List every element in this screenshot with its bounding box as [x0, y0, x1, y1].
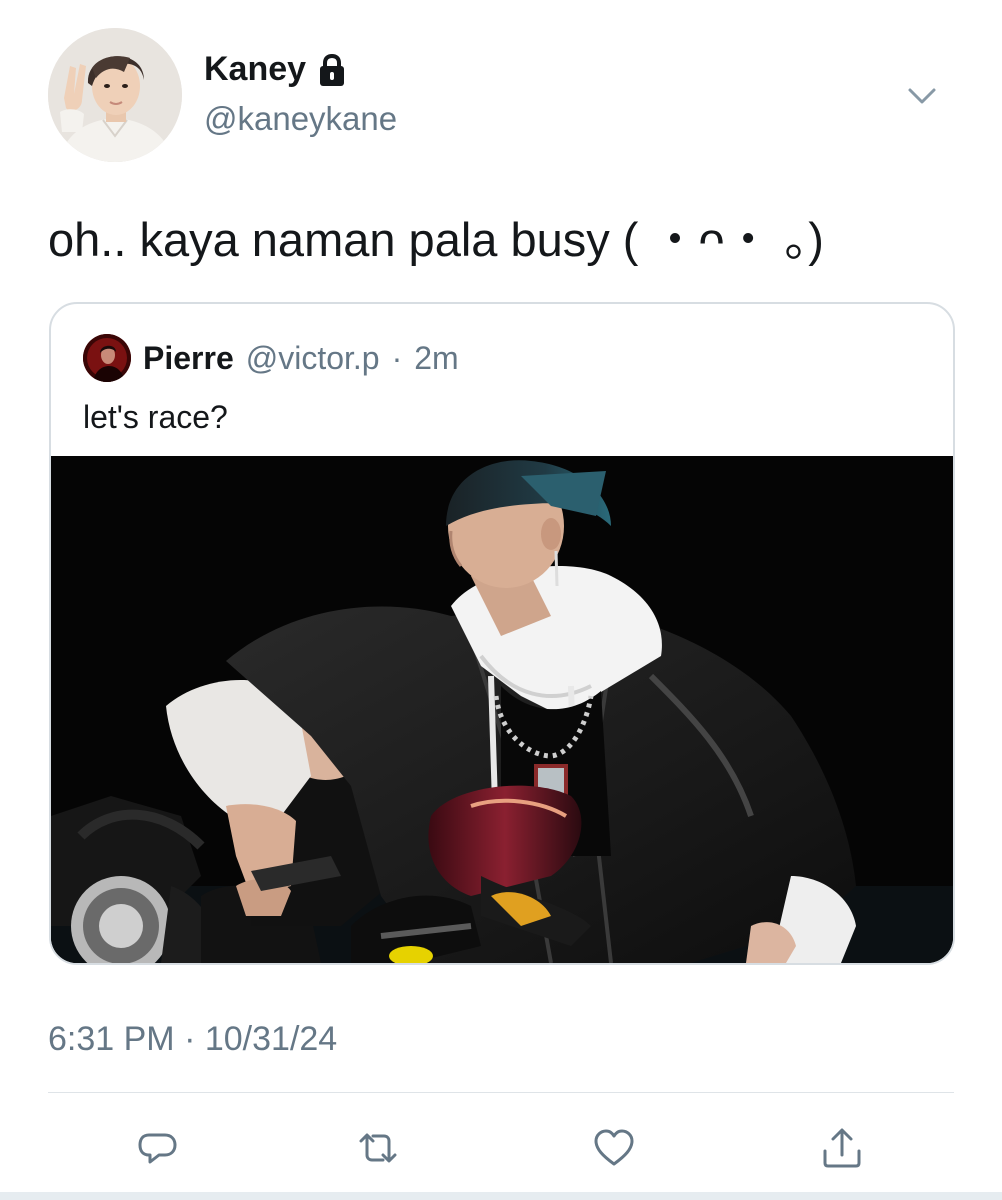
action-bar: [0, 1118, 1002, 1178]
lock-icon: [316, 53, 348, 87]
timestamp-separator: ·: [184, 1020, 196, 1058]
quoted-media-photo[interactable]: [51, 456, 953, 963]
share-button[interactable]: [812, 1118, 872, 1178]
quoted-author-name[interactable]: Pierre: [143, 340, 234, 377]
quoted-tweet-card[interactable]: Pierre @victor.p · 2m let's race?: [49, 302, 955, 965]
quoted-tweet-text: let's race?: [83, 399, 228, 435]
author-display-name[interactable]: Kaney: [204, 50, 306, 89]
profile-photo-icon: [48, 28, 182, 162]
author-handle[interactable]: @kaneykane: [204, 100, 397, 138]
chevron-down-icon[interactable]: [902, 80, 942, 110]
photo-icon: [51, 456, 953, 963]
quoted-author-handle[interactable]: @victor.p: [246, 340, 380, 377]
bottom-edge: [0, 1192, 1002, 1200]
reply-icon: [138, 1133, 177, 1164]
tweet-timestamp[interactable]: 6:31 PM · 10/31/24: [48, 1020, 337, 1059]
author-name-row[interactable]: Kaney: [204, 50, 348, 89]
retweet-icon: [359, 1133, 397, 1163]
tweet-text: oh.. kaya naman pala busy ( ・ᴖ・ ｡): [48, 213, 824, 266]
tweet-time: 6:31 PM: [48, 1020, 175, 1058]
author-avatar[interactable]: [48, 28, 182, 162]
reply-button[interactable]: [128, 1118, 188, 1178]
quoted-separator: ·: [391, 339, 403, 376]
quoted-profile-photo-icon: [83, 334, 131, 382]
quoted-tweet-header: Pierre @victor.p · 2m: [83, 334, 459, 382]
divider: [48, 1092, 954, 1093]
heart-icon: [594, 1129, 634, 1166]
share-icon: [823, 1128, 861, 1168]
quoted-timestamp: 2m: [414, 339, 459, 376]
quoted-author-avatar[interactable]: [83, 334, 131, 382]
retweet-button[interactable]: [348, 1118, 408, 1178]
like-button[interactable]: [584, 1118, 644, 1178]
tweet-date: 10/31/24: [204, 1020, 338, 1058]
